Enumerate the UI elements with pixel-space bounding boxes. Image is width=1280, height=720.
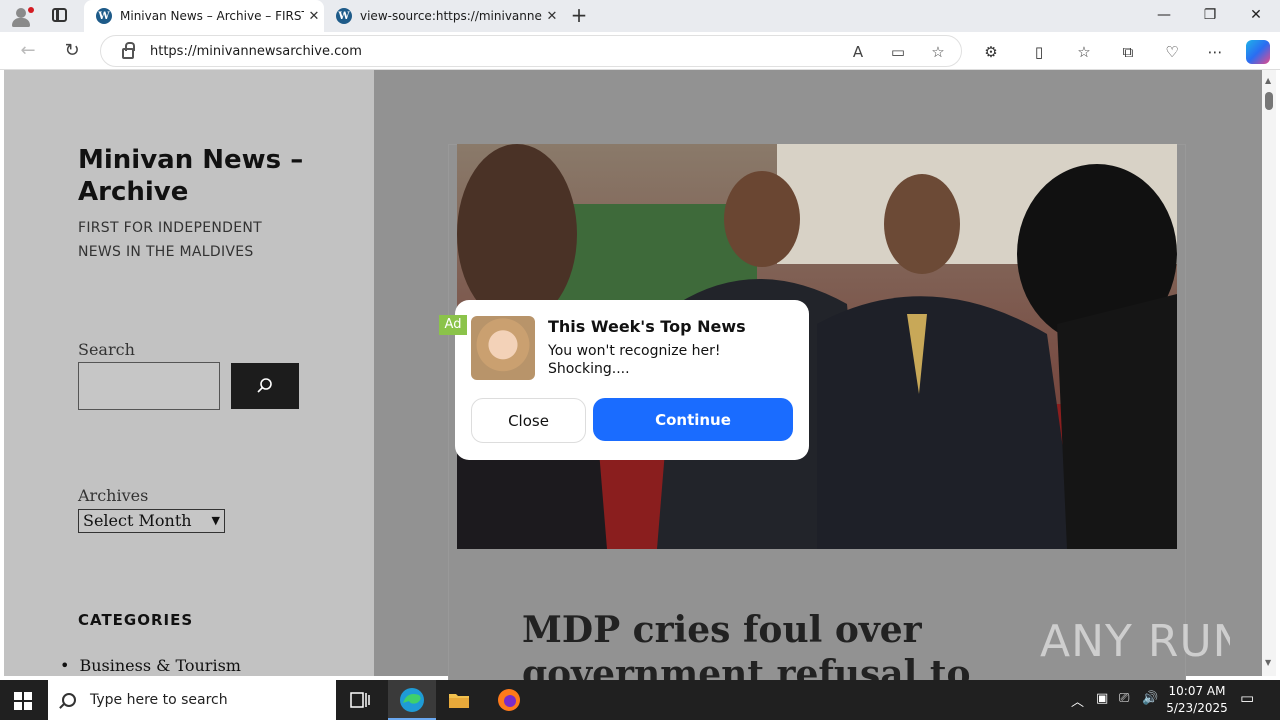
split-screen-icon[interactable]: ▯ — [1028, 41, 1050, 63]
notifications-icon[interactable]: ▭ — [1240, 689, 1254, 707]
ad-close-button[interactable]: Close — [471, 398, 586, 443]
chevron-down-icon: ▼ — [211, 514, 220, 527]
anyrun-logo: ANY RUN — [1040, 616, 1246, 667]
taskbar-search[interactable]: Type here to search — [48, 680, 336, 720]
site-description: FIRST FOR INDEPENDENT NEWS IN THE MALDIV… — [78, 220, 262, 260]
minimize-button[interactable]: — — [1154, 7, 1174, 23]
taskbar-search-placeholder: Type here to search — [90, 692, 228, 708]
tab-close-icon[interactable]: ✕ — [542, 9, 562, 24]
copilot-icon[interactable] — [1246, 40, 1270, 64]
tray-chevron-icon[interactable]: ︿ — [1071, 691, 1084, 710]
anyrun-watermark: ANY RUN — [1040, 610, 1246, 680]
ad-text[interactable]: You won't recognize her! Shocking.... — [548, 342, 778, 378]
edge-icon — [400, 688, 424, 712]
tab-title: view-source:https://minivannew — [360, 9, 542, 23]
category-link[interactable]: Business & Tourism — [60, 656, 241, 675]
lock-icon[interactable] — [122, 41, 135, 59]
firefox-icon[interactable] — [497, 688, 521, 712]
categories-title: CATEGORIES — [78, 611, 194, 629]
tab-close-icon[interactable]: ✕ — [304, 9, 324, 24]
search-icon — [62, 693, 76, 707]
tray-device-icon[interactable]: ▣ — [1096, 691, 1108, 706]
clock-time: 10:07 AM — [1168, 684, 1226, 698]
tab-strip: W Minivan News – Archive – FIRST F ✕ W v… — [0, 0, 1280, 32]
ad-title[interactable]: This Week's Top News — [548, 317, 746, 336]
read-aloud-icon[interactable]: A — [847, 41, 869, 63]
scrollbar[interactable]: ▲ ▼ — [1262, 70, 1276, 676]
tab-minivan-news[interactable]: W Minivan News – Archive – FIRST F ✕ — [84, 0, 324, 32]
tab-title: Minivan News – Archive – FIRST F — [120, 9, 304, 23]
new-tab-button[interactable]: + — [568, 5, 590, 27]
ad-badge: Ad — [439, 315, 467, 335]
svg-text:ANY RUN: ANY RUN — [1040, 616, 1230, 667]
volume-icon[interactable]: 🔊 — [1142, 691, 1158, 706]
url-text: https://minivannewsarchive.com — [150, 43, 362, 59]
task-view-icon[interactable] — [348, 688, 372, 712]
back-icon[interactable]: ← — [17, 41, 39, 63]
ad-continue-button[interactable]: Continue — [593, 398, 793, 441]
archives-select[interactable]: Select Month ▼ — [78, 509, 225, 533]
more-menu-icon[interactable]: ⋯ — [1204, 41, 1226, 63]
clock[interactable]: 10:07 AM 5/23/2025 — [1164, 683, 1230, 717]
clock-date: 5/23/2025 — [1166, 701, 1228, 715]
archives-select-value: Select Month — [83, 511, 192, 530]
windows-start-icon[interactable] — [14, 692, 32, 710]
article-headline[interactable]: MDP cries foul over government refusal t… — [522, 608, 1122, 680]
favorites-icon[interactable]: ☆ — [1073, 41, 1095, 63]
edge-taskbar-button[interactable] — [388, 680, 436, 720]
network-icon[interactable]: ⎚ — [1119, 691, 1129, 706]
search-button[interactable] — [231, 363, 299, 409]
wordpress-icon: W — [336, 8, 352, 24]
file-explorer-icon[interactable] — [447, 688, 471, 712]
address-bar[interactable]: https://minivannewsarchive.com — [100, 35, 962, 67]
performance-icon[interactable]: ♡ — [1161, 41, 1183, 63]
page-viewport: Minivan News – Archive FIRST FOR INDEPEN… — [0, 70, 1280, 680]
search-input[interactable] — [78, 362, 220, 410]
search-label: Search — [78, 340, 135, 359]
profile-icon[interactable] — [8, 4, 36, 28]
window-close-button[interactable]: ✕ — [1246, 7, 1266, 23]
extensions-icon[interactable]: ⚙ — [980, 41, 1002, 63]
restore-button[interactable]: ❐ — [1200, 7, 1220, 23]
favorite-star-icon[interactable]: ☆ — [927, 41, 949, 63]
wordpress-icon: W — [96, 8, 112, 24]
site-title[interactable]: Minivan News – Archive — [78, 144, 338, 208]
tab-view-source[interactable]: W view-source:https://minivannew ✕ — [324, 0, 562, 32]
archives-label: Archives — [78, 486, 149, 505]
scroll-up-icon[interactable]: ▲ — [1265, 76, 1271, 85]
search-icon — [257, 378, 272, 393]
tab-actions-icon[interactable] — [52, 8, 67, 22]
refresh-icon[interactable]: ↻ — [61, 41, 83, 63]
scroll-down-icon[interactable]: ▼ — [1265, 658, 1271, 667]
scrollbar-thumb[interactable] — [1265, 92, 1273, 110]
collections-icon[interactable]: ⧉ — [1117, 41, 1139, 63]
immersive-reader-icon[interactable]: ▭ — [887, 41, 909, 63]
taskbar: Type here to search ︿ ▣ ⎚ 🔊 10:07 AM 5/2… — [0, 680, 1280, 720]
ad-thumbnail[interactable] — [471, 316, 535, 380]
